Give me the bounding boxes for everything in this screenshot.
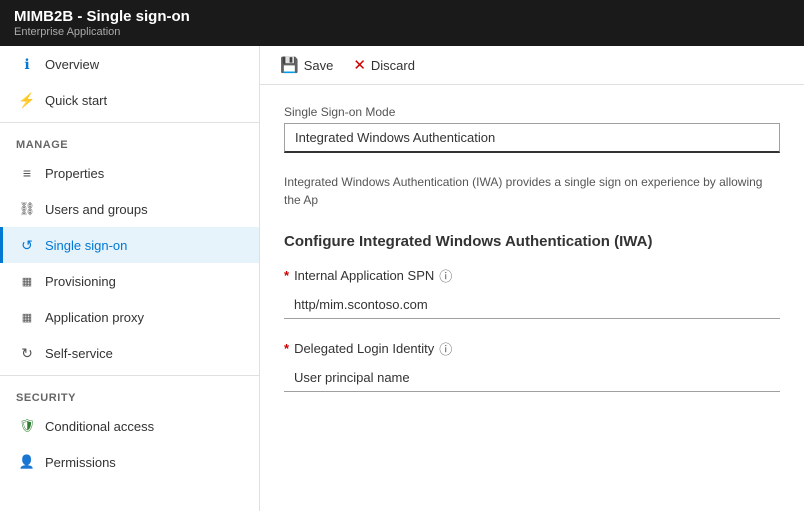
delegated-login-info-icon: ⓘ <box>439 339 452 358</box>
sidebar-item-label: Users and groups <box>45 202 148 217</box>
properties-icon: ≡ <box>19 165 35 181</box>
sidebar-item-label: Overview <box>45 57 99 72</box>
sidebar-item-self-service[interactable]: ↻ Self-service <box>0 335 259 371</box>
manage-section-header: MANAGE <box>0 127 259 155</box>
users-groups-icon: ⛓ <box>19 201 35 217</box>
sidebar-item-label: Self-service <box>45 346 113 361</box>
self-service-icon: ↻ <box>19 345 35 361</box>
topbar: MIMB2B - Single sign-on Enterprise Appli… <box>0 0 804 46</box>
spn-label-text: Internal Application SPN <box>294 268 434 283</box>
sidebar: ℹ Overview ⚡ Quick start MANAGE ≡ Proper… <box>0 46 260 511</box>
iwa-section-title: Configure Integrated Windows Authenticat… <box>284 233 780 250</box>
divider-security <box>0 375 259 376</box>
discard-icon: ✕ <box>353 56 366 74</box>
sso-icon: ↺ <box>19 237 35 253</box>
delegated-login-input[interactable] <box>284 364 780 392</box>
delegated-login-label-text: Delegated Login Identity <box>294 341 434 356</box>
sidebar-item-users-groups[interactable]: ⛓ Users and groups <box>0 191 259 227</box>
discard-button[interactable]: ✕ Discard <box>353 56 415 74</box>
form-content: Single Sign-on Mode Integrated Windows A… <box>260 85 804 511</box>
quickstart-icon: ⚡ <box>19 92 35 108</box>
sidebar-item-single-sign-on[interactable]: ↺ Single sign-on <box>0 227 259 263</box>
sidebar-item-properties[interactable]: ≡ Properties <box>0 155 259 191</box>
sidebar-item-application-proxy[interactable]: ▦ Application proxy <box>0 299 259 335</box>
delegated-login-label: * Delegated Login Identity ⓘ <box>284 339 780 358</box>
overview-icon: ℹ <box>19 56 35 72</box>
security-section-header: SECURITY <box>0 380 259 408</box>
spn-info-icon: ⓘ <box>439 266 452 285</box>
provisioning-icon: ▦ <box>19 273 35 289</box>
discard-label: Discard <box>371 58 415 73</box>
save-label: Save <box>304 58 334 73</box>
page-subtitle: Enterprise Application <box>14 26 790 38</box>
sidebar-item-label: Application proxy <box>45 310 144 325</box>
save-button[interactable]: 💾 Save <box>280 56 333 74</box>
sso-mode-select-wrapper: Integrated Windows Authentication <box>284 123 780 153</box>
sidebar-item-permissions[interactable]: 👤 Permissions <box>0 444 259 480</box>
sso-mode-label: Single Sign-on Mode <box>284 105 780 119</box>
delegated-login-required-marker: * <box>284 341 289 356</box>
spn-field-group: * Internal Application SPN ⓘ <box>284 266 780 319</box>
divider <box>0 122 259 123</box>
sidebar-item-overview[interactable]: ℹ Overview <box>0 46 259 82</box>
delegated-login-field-group: * Delegated Login Identity ⓘ <box>284 339 780 392</box>
sidebar-item-label: Single sign-on <box>45 238 127 253</box>
sidebar-item-conditional-access[interactable]: 🛡 Conditional access <box>0 408 259 444</box>
sidebar-item-provisioning[interactable]: ▦ Provisioning <box>0 263 259 299</box>
toolbar: 💾 Save ✕ Discard <box>260 46 804 85</box>
sidebar-item-quickstart[interactable]: ⚡ Quick start <box>0 82 259 118</box>
conditional-access-icon: 🛡 <box>19 418 35 434</box>
sso-mode-group: Single Sign-on Mode Integrated Windows A… <box>284 105 780 153</box>
save-icon: 💾 <box>280 56 299 74</box>
form-description: Integrated Windows Authentication (IWA) … <box>284 173 764 209</box>
spn-label: * Internal Application SPN ⓘ <box>284 266 780 285</box>
app-proxy-icon: ▦ <box>19 309 35 325</box>
sso-mode-select[interactable]: Integrated Windows Authentication <box>284 123 780 153</box>
content-area: 💾 Save ✕ Discard Single Sign-on Mode Int… <box>260 46 804 511</box>
spn-required-marker: * <box>284 268 289 283</box>
page-title: MIMB2B - Single sign-on <box>14 8 790 25</box>
sidebar-item-label: Permissions <box>45 455 116 470</box>
sidebar-item-label: Conditional access <box>45 419 154 434</box>
sidebar-item-label: Quick start <box>45 93 107 108</box>
main-layout: ℹ Overview ⚡ Quick start MANAGE ≡ Proper… <box>0 46 804 511</box>
sidebar-item-label: Properties <box>45 166 104 181</box>
permissions-icon: 👤 <box>19 454 35 470</box>
spn-input[interactable] <box>284 291 780 319</box>
sidebar-item-label: Provisioning <box>45 274 116 289</box>
